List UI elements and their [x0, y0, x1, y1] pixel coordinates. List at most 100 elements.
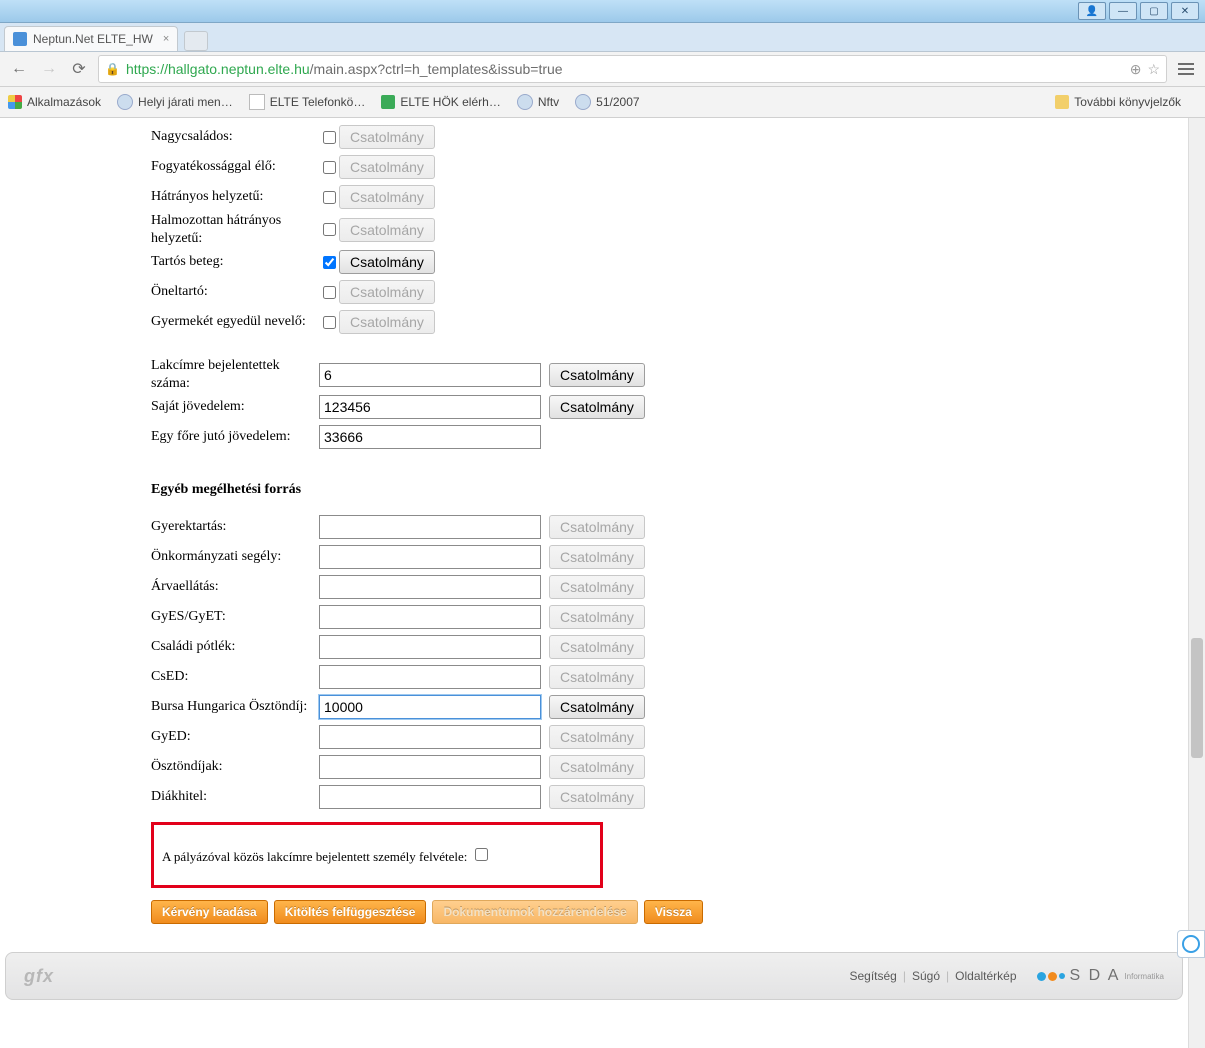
field-label: GyES/GyET: — [151, 608, 319, 626]
attachment-button[interactable]: Csatolmány — [549, 363, 645, 387]
attachment-button[interactable]: Csatolmány — [549, 785, 645, 809]
text-input[interactable] — [319, 635, 541, 659]
back-button[interactable]: ← — [8, 58, 30, 80]
scrollbar-thumb[interactable] — [1191, 638, 1203, 758]
vertical-scrollbar[interactable] — [1188, 118, 1205, 1048]
window-maximize-button[interactable]: ▢ — [1140, 2, 1168, 20]
text-input[interactable] — [319, 665, 541, 689]
add-person-checkbox[interactable] — [475, 848, 488, 861]
suspend-button[interactable]: Kitöltés felfüggesztése — [274, 900, 427, 924]
footer-help-link[interactable]: Segítség — [849, 969, 896, 983]
attachment-button[interactable]: Csatolmány — [339, 250, 435, 274]
field-label: Gyermekét egyedül nevelő: — [151, 313, 319, 331]
text-input[interactable] — [319, 755, 541, 779]
other-bookmarks-button[interactable]: További könyvjelzők — [1055, 95, 1181, 109]
other-row: Gyerektartás:Csatolmány — [151, 512, 1037, 542]
other-row: Diákhitel: Csatolmány — [151, 782, 1037, 812]
bookmark-label: 51/2007 — [596, 95, 639, 109]
zoom-icon[interactable]: ⊕ — [1130, 61, 1142, 78]
globe-icon — [517, 94, 533, 110]
bookmark-item[interactable]: Helyi járati men… — [117, 94, 233, 110]
number-row: Saját jövedelem:Csatolmány — [151, 392, 1037, 422]
number-row: Egy főre jutó jövedelem: — [151, 422, 1037, 452]
other-row: Bursa Hungarica Ösztöndíj: Csatolmány — [151, 692, 1037, 722]
field-checkbox[interactable] — [323, 316, 336, 329]
bookmark-label: További könyvjelzők — [1074, 95, 1181, 109]
attachment-button[interactable]: Csatolmány — [339, 280, 435, 304]
text-input[interactable] — [319, 545, 541, 569]
bookmark-item[interactable]: Nftv — [517, 94, 559, 110]
attachment-button[interactable]: Csatolmány — [339, 125, 435, 149]
footer-sugo-link[interactable]: Súgó — [912, 969, 940, 983]
text-input[interactable] — [319, 725, 541, 749]
attachment-button[interactable]: Csatolmány — [549, 695, 645, 719]
field-label: Diákhitel: — [151, 788, 319, 806]
field-checkbox[interactable] — [323, 286, 336, 299]
reload-button[interactable]: ⟳ — [68, 58, 90, 80]
check-row: Öneltartó:Csatolmány — [151, 277, 1037, 307]
field-checkbox[interactable] — [323, 191, 336, 204]
bookmark-label: ELTE HÖK elérh… — [400, 95, 500, 109]
field-checkbox[interactable] — [323, 223, 336, 236]
sda-logo: S D A Informatika — [1037, 967, 1164, 985]
text-input[interactable] — [319, 425, 541, 449]
attachment-button[interactable]: Csatolmány — [549, 635, 645, 659]
attachment-button[interactable]: Csatolmány — [549, 395, 645, 419]
new-tab-button[interactable] — [184, 31, 208, 51]
footer-sitemap-link[interactable]: Oldaltérkép — [955, 969, 1016, 983]
url-path: /main.aspx?ctrl=h_templates&issub=true — [310, 61, 563, 77]
field-checkbox[interactable] — [323, 161, 336, 174]
attachment-button[interactable]: Csatolmány — [339, 218, 435, 242]
back-button-form[interactable]: Vissza — [644, 900, 703, 924]
text-input[interactable] — [319, 575, 541, 599]
other-row: Ösztöndíjak:Csatolmány — [151, 752, 1037, 782]
text-input[interactable] — [319, 363, 541, 387]
attachment-button[interactable]: Csatolmány — [549, 755, 645, 779]
lock-icon: 🔒 — [105, 62, 120, 76]
field-label: Fogyatékossággal élő: — [151, 158, 319, 176]
attachment-button[interactable]: Csatolmány — [549, 725, 645, 749]
forward-button[interactable]: → — [38, 58, 60, 80]
globe-icon — [117, 94, 133, 110]
attachment-button[interactable]: Csatolmány — [549, 545, 645, 569]
highlighted-add-person-box: A pályázóval közös lakcímre bejelentett … — [151, 822, 603, 888]
field-label: Nagycsaládos: — [151, 128, 319, 146]
attachment-button[interactable]: Csatolmány — [339, 310, 435, 334]
browser-menu-button[interactable] — [1175, 58, 1197, 80]
check-row: Halmozottan hátrányos helyzetű:Csatolmán… — [151, 212, 1037, 247]
bookmark-star-icon[interactable]: ☆ — [1147, 61, 1160, 78]
attachment-button[interactable]: Csatolmány — [339, 155, 435, 179]
field-checkbox[interactable] — [323, 131, 336, 144]
attachment-button[interactable]: Csatolmány — [549, 515, 645, 539]
attachment-button[interactable]: Csatolmány — [549, 665, 645, 689]
attachment-button[interactable]: Csatolmány — [549, 575, 645, 599]
window-minimize-button[interactable]: — — [1109, 2, 1137, 20]
window-user-icon[interactable]: 👤 — [1078, 2, 1106, 20]
teamviewer-badge[interactable] — [1177, 930, 1205, 958]
bookmark-item[interactable]: 51/2007 — [575, 94, 639, 110]
browser-tab[interactable]: Neptun.Net ELTE_HW × — [4, 26, 178, 51]
url-host: hallgato.neptun.elte.hu — [168, 61, 310, 77]
url-scheme: https:// — [126, 61, 168, 77]
attachment-button[interactable]: Csatolmány — [549, 605, 645, 629]
text-input[interactable] — [319, 785, 541, 809]
field-checkbox[interactable] — [323, 256, 336, 269]
window-titlebar: 👤 — ▢ ✕ — [0, 0, 1205, 23]
attach-documents-button[interactable]: Dokumentumok hozzárendelése — [432, 900, 637, 924]
text-input[interactable] — [319, 395, 541, 419]
address-bar[interactable]: 🔒 https://hallgato.neptun.elte.hu/main.a… — [98, 55, 1167, 83]
submit-button[interactable]: Kérvény leadása — [151, 900, 268, 924]
attachment-button[interactable]: Csatolmány — [339, 185, 435, 209]
bookmark-item[interactable]: ELTE HÖK elérh… — [381, 95, 500, 109]
other-row: Árvaellátás:Csatolmány — [151, 572, 1037, 602]
sda-logo-text: S D A — [1070, 967, 1121, 985]
text-input[interactable] — [319, 515, 541, 539]
text-input[interactable] — [319, 695, 541, 719]
apps-button[interactable]: Alkalmazások — [8, 95, 101, 109]
window-close-button[interactable]: ✕ — [1171, 2, 1199, 20]
check-row: Tartós beteg:Csatolmány — [151, 247, 1037, 277]
field-label: Bursa Hungarica Ösztöndíj: — [151, 698, 319, 716]
tab-close-icon[interactable]: × — [163, 33, 169, 45]
bookmark-item[interactable]: ELTE Telefonkö… — [249, 94, 366, 110]
text-input[interactable] — [319, 605, 541, 629]
